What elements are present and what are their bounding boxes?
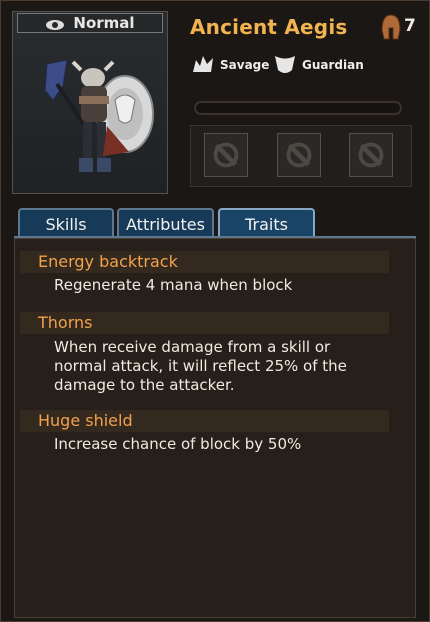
trait-title: Energy backtrack bbox=[38, 252, 178, 271]
tab-traits[interactable]: Traits bbox=[218, 208, 315, 238]
tag-guardian: Guardian bbox=[272, 51, 364, 79]
empty-slot-icon bbox=[358, 142, 384, 168]
trait-title: Thorns bbox=[38, 313, 93, 332]
hero-name: Ancient Aegis bbox=[190, 15, 348, 39]
trait-description-line: damage to the attacker. bbox=[54, 376, 235, 394]
experience-bar bbox=[194, 101, 402, 115]
trait-description: When receive damage from a skill or norm… bbox=[54, 338, 394, 395]
equipment-slot-2[interactable] bbox=[277, 133, 321, 177]
tab-attributes[interactable]: Attributes bbox=[117, 208, 214, 238]
hero-level: 7 bbox=[404, 16, 416, 36]
rarity-eye-icon bbox=[45, 17, 65, 30]
rarity-badge: Normal bbox=[17, 13, 163, 33]
equipment-slot-1[interactable] bbox=[204, 133, 248, 177]
tab-skills[interactable]: Skills bbox=[18, 208, 114, 238]
tag-savage-label: Savage bbox=[220, 58, 270, 72]
equipment-slot-3[interactable] bbox=[349, 133, 393, 177]
empty-slot-icon bbox=[286, 142, 312, 168]
tag-savage: Savage bbox=[190, 51, 269, 79]
guardian-shield-icon bbox=[275, 56, 295, 73]
tag-guardian-label: Guardian bbox=[302, 58, 364, 72]
trait-description: Regenerate 4 mana when block bbox=[54, 276, 293, 294]
empty-slot-icon bbox=[213, 142, 239, 168]
equipment-slots bbox=[190, 125, 412, 187]
helmet-level-icon bbox=[381, 14, 401, 40]
trait-description-line: When receive damage from a skill or bbox=[54, 338, 331, 356]
trait-description-line: normal attack, it will reflect 25% of th… bbox=[54, 357, 347, 375]
hero-portrait[interactable] bbox=[12, 11, 168, 194]
trait-description: Increase chance of block by 50% bbox=[54, 435, 302, 453]
rarity-label: Normal bbox=[73, 14, 135, 32]
savage-beast-icon bbox=[193, 56, 213, 72]
hero-figure-image bbox=[44, 59, 154, 172]
trait-title: Huge shield bbox=[38, 411, 133, 430]
